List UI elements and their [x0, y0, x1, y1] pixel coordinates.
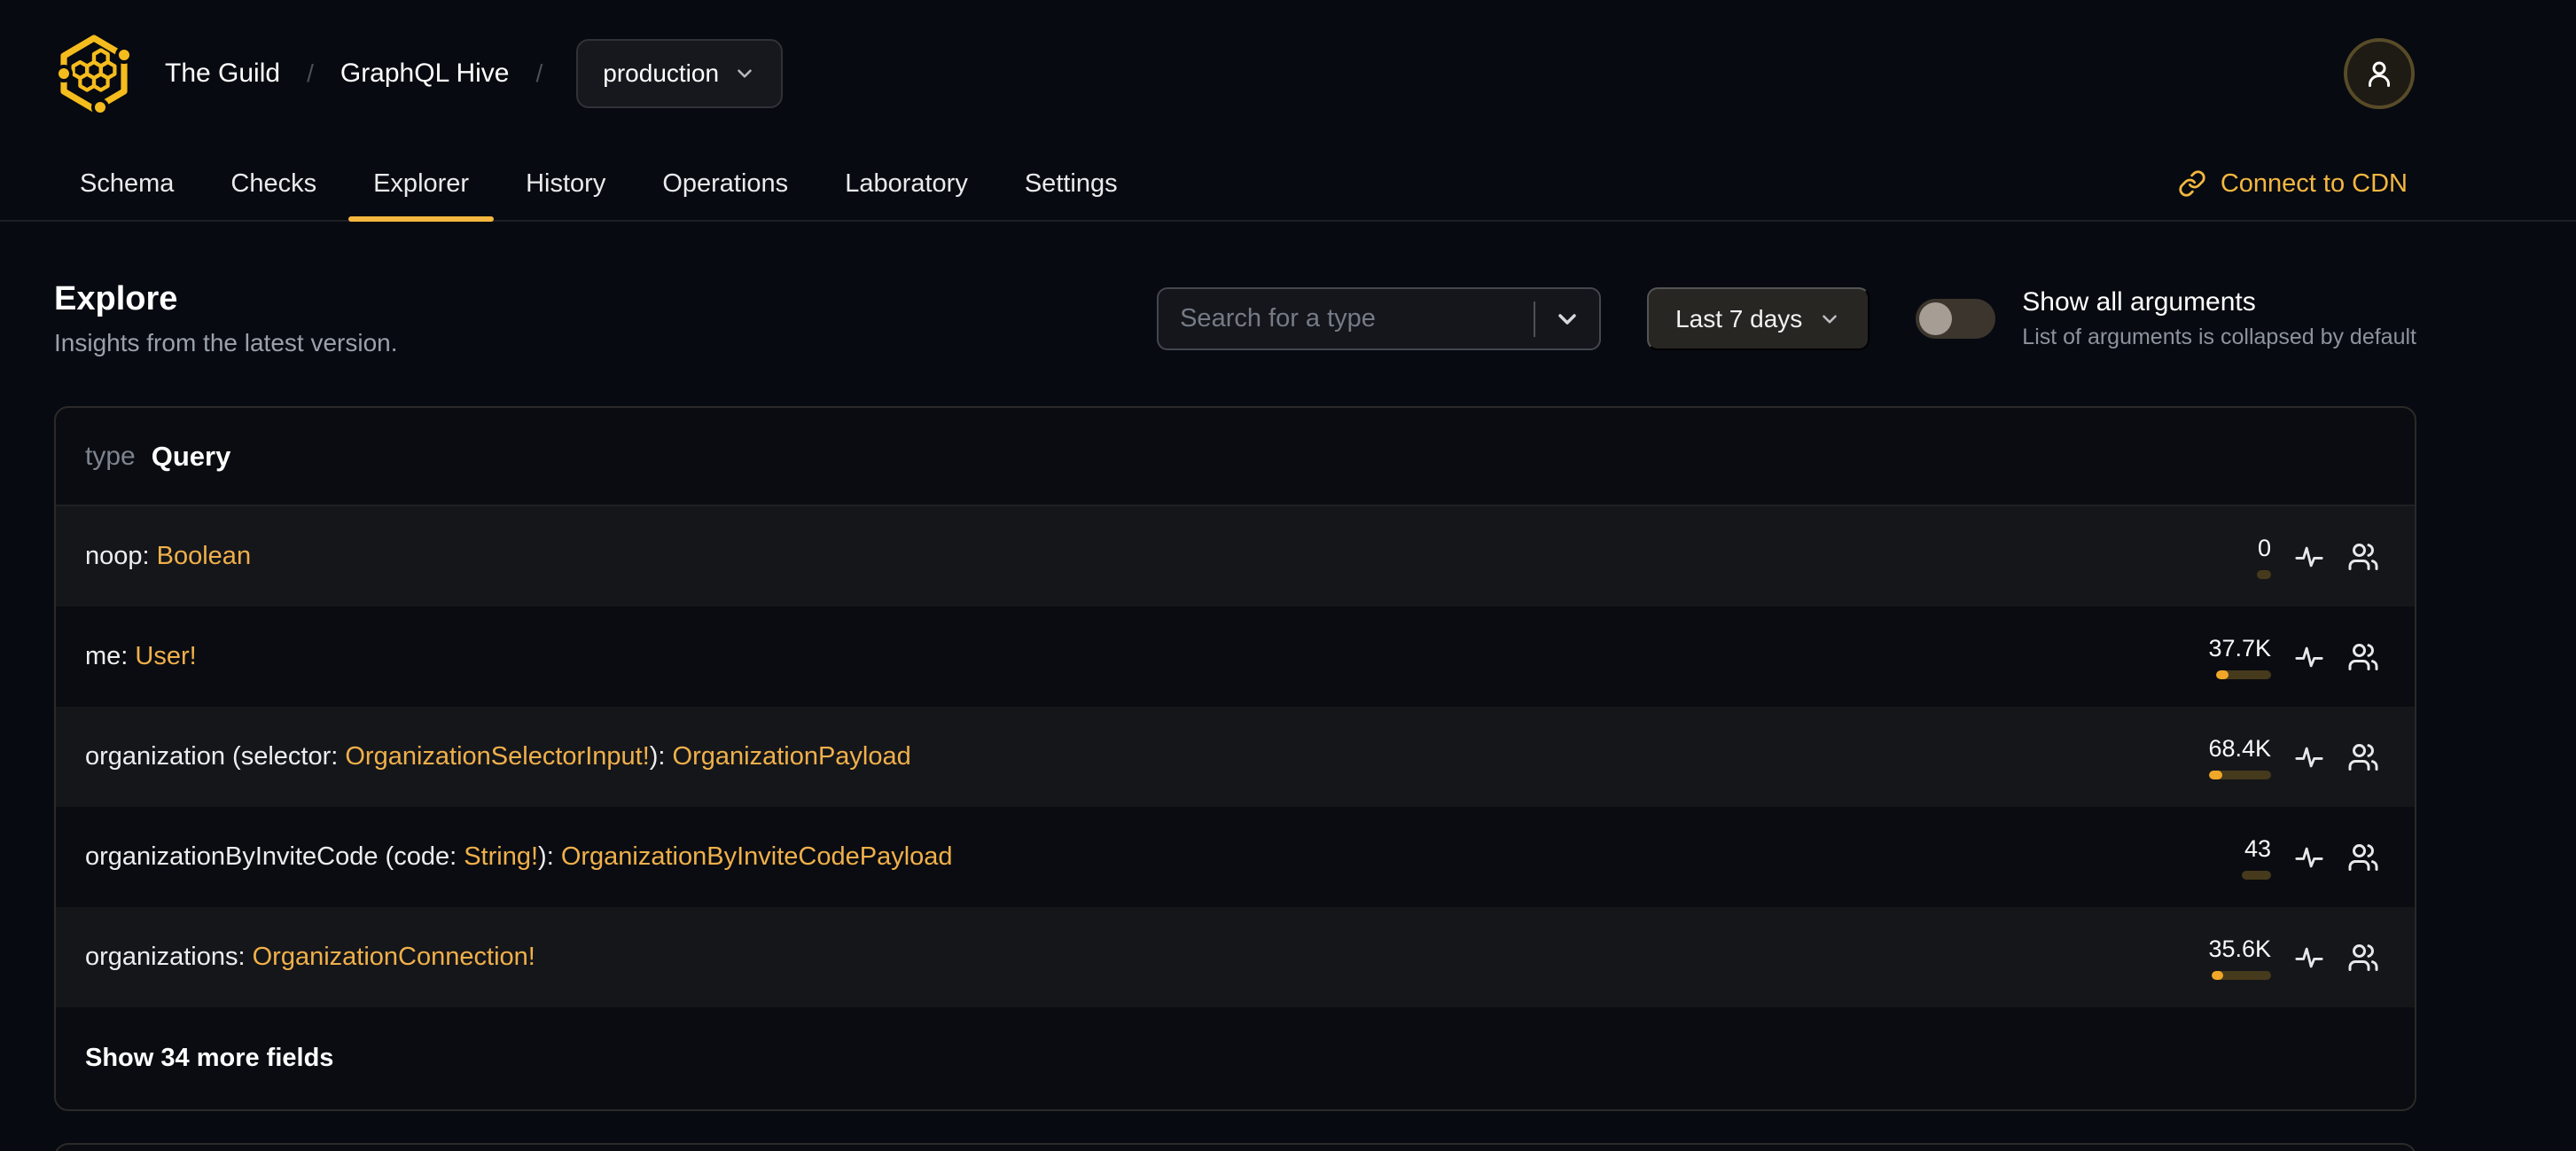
chevron-down-icon	[1823, 314, 1838, 324]
field-usage-bar-fill	[2212, 970, 2223, 980]
field-usage-stat: 0	[2165, 535, 2271, 579]
field-signature: organizations: OrganizationConnection!	[85, 943, 2165, 972]
toggle-label: Show all arguments	[2022, 287, 2256, 317]
toggle-knob	[1919, 302, 1953, 335]
field-usage-bar-fill	[2216, 669, 2229, 679]
type-card-query: type Query noop: Boolean 0 me: User! 37.…	[54, 406, 2416, 1111]
field-name-text: me:	[85, 642, 136, 670]
connect-to-cdn-link[interactable]: Connect to CDN	[2178, 147, 2408, 220]
breadcrumb-separator: /	[307, 59, 314, 87]
field-signature: noop: Boolean	[85, 542, 2165, 571]
field-name-text: organizations:	[85, 943, 253, 971]
next-type-card	[54, 1143, 2416, 1151]
breadcrumb-separator: /	[535, 59, 543, 87]
field-usage-stat: 37.7K	[2165, 635, 2271, 679]
toggle-text: Show all arguments List of arguments is …	[2022, 287, 2416, 350]
field-usage-value: 35.6K	[2208, 935, 2271, 962]
user-avatar-button[interactable]	[2344, 38, 2415, 109]
top-header: The Guild / GraphQL Hive / production	[0, 0, 2576, 147]
field-type-link[interactable]: String!	[464, 842, 538, 871]
type-search-combobox[interactable]: Search for a type	[1157, 287, 1602, 350]
users-icon[interactable]	[2347, 842, 2379, 873]
field-usage-bar-fill	[2209, 770, 2222, 779]
users-icon[interactable]	[2347, 741, 2379, 773]
activity-pulse-icon[interactable]	[2294, 542, 2324, 572]
tab-explorer[interactable]: Explorer	[348, 147, 495, 222]
field-row: organizations: OrganizationConnection! 3…	[56, 907, 2415, 1007]
combobox-divider	[1534, 301, 1536, 337]
toggle-description: List of arguments is collapsed by defaul…	[2022, 325, 2416, 349]
field-usage-stat: 43	[2165, 835, 2271, 880]
field-type-link[interactable]: Boolean	[157, 542, 251, 570]
activity-pulse-icon[interactable]	[2294, 642, 2324, 672]
field-usage-value: 37.7K	[2208, 634, 2271, 662]
chevron-down-icon	[738, 69, 752, 78]
target-selector-label: production	[603, 59, 720, 87]
field-signature: organization (selector: OrganizationSele…	[85, 742, 2165, 771]
field-usage-stat: 35.6K	[2165, 936, 2271, 980]
tab-schema[interactable]: Schema	[55, 147, 199, 220]
activity-pulse-icon[interactable]	[2294, 842, 2324, 873]
field-signature: me: User!	[85, 642, 2165, 671]
field-row: organizationByInviteCode (code: String!)…	[56, 807, 2415, 907]
field-usage-bar	[2212, 970, 2271, 980]
chevron-down-icon[interactable]	[1553, 305, 1581, 333]
primary-nav: Schema Checks Explorer History Operations Lab…	[0, 147, 2576, 222]
field-signature: organizationByInviteCode (code: String!)…	[85, 842, 2165, 872]
main-content: Explore Insights from the latest version…	[0, 280, 2576, 1151]
tab-checks[interactable]: Checks	[206, 147, 341, 220]
link-icon	[2179, 170, 2205, 197]
field-rows: noop: Boolean 0 me: User! 37.7K organiza…	[56, 506, 2415, 1007]
field-usage-value: 43	[2244, 834, 2271, 862]
tab-history[interactable]: History	[501, 147, 630, 220]
field-name-text: ):	[538, 842, 561, 871]
page-subtitle: Insights from the latest version.	[54, 329, 398, 356]
explore-controls: Search for a type Last 7 days Show all a…	[1157, 287, 2416, 350]
page-title: Explore	[54, 280, 178, 317]
field-usage-bar	[2257, 569, 2271, 579]
type-search-placeholder: Search for a type	[1180, 304, 1376, 333]
target-selector-dropdown[interactable]: production	[576, 39, 784, 108]
breadcrumb-project[interactable]: GraphQL Hive	[340, 59, 510, 89]
user-icon	[2369, 61, 2390, 87]
field-name-text: noop:	[85, 542, 157, 570]
type-card-header: type Query	[56, 408, 2415, 506]
tab-settings[interactable]: Settings	[1000, 147, 1143, 220]
tab-operations[interactable]: Operations	[637, 147, 813, 220]
activity-pulse-icon[interactable]	[2294, 742, 2324, 772]
field-type-link[interactable]: User!	[135, 642, 196, 670]
show-all-arguments-toggle[interactable]	[1916, 299, 1996, 339]
page-heading: Explore Insights from the latest version…	[54, 280, 398, 357]
field-name-text: organization (selector:	[85, 742, 346, 771]
type-name: Query	[151, 440, 231, 472]
breadcrumb-org[interactable]: The Guild	[165, 59, 280, 89]
date-range-dropdown[interactable]: Last 7 days	[1647, 287, 1870, 350]
nav-tabs: Schema Checks Explorer History Operations Lab…	[55, 147, 1143, 222]
show-more-fields-button[interactable]: Show 34 more fields	[56, 1007, 2415, 1109]
field-type-link[interactable]: OrganizationByInviteCodePayload	[561, 842, 953, 871]
field-name-text: organizationByInviteCode (code:	[85, 842, 464, 871]
users-icon[interactable]	[2347, 641, 2379, 673]
activity-pulse-icon[interactable]	[2294, 943, 2324, 973]
field-usage-value: 68.4K	[2208, 734, 2271, 762]
tab-laboratory[interactable]: Laboratory	[820, 147, 993, 220]
field-usage-bar	[2209, 770, 2271, 779]
field-type-link[interactable]: OrganizationConnection!	[253, 943, 535, 971]
field-name-text: ):	[649, 742, 673, 771]
type-kind-label: type	[85, 441, 136, 471]
connect-to-cdn-label: Connect to CDN	[2220, 168, 2408, 198]
field-type-link[interactable]: OrganizationSelectorInput!	[345, 742, 649, 771]
field-usage-value: 0	[2257, 534, 2271, 561]
field-row: noop: Boolean 0	[56, 506, 2415, 607]
hive-logo-icon[interactable]	[50, 31, 138, 116]
field-usage-bar	[2216, 669, 2271, 679]
date-range-label: Last 7 days	[1675, 304, 1803, 333]
field-usage-bar	[2242, 870, 2271, 880]
users-icon[interactable]	[2347, 541, 2379, 573]
field-row: me: User! 37.7K	[56, 607, 2415, 707]
field-type-link[interactable]: OrganizationPayload	[673, 742, 911, 771]
field-row: organization (selector: OrganizationSele…	[56, 707, 2415, 807]
users-icon[interactable]	[2347, 942, 2379, 974]
field-usage-stat: 68.4K	[2165, 735, 2271, 779]
